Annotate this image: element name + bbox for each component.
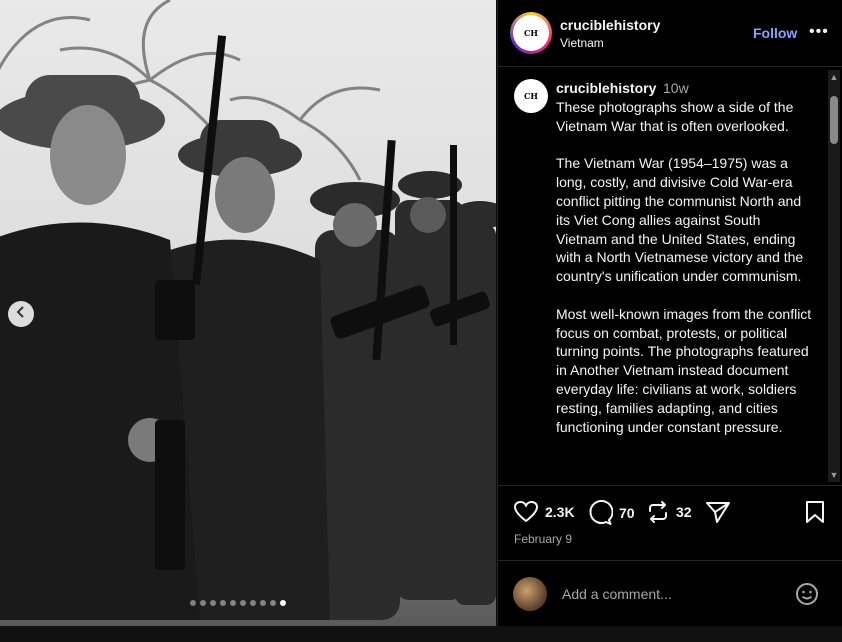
scroll-thumb[interactable] [830,96,838,144]
more-options-icon[interactable]: ••• [809,23,829,41]
carousel-dot [260,600,266,606]
like-button[interactable]: 2.3K [513,500,575,524]
repost-icon [646,500,670,524]
repost-count[interactable]: 32 [676,504,692,520]
username-link[interactable]: cruciblehistory [560,17,660,33]
scroll-down-icon[interactable]: ▼ [828,468,840,482]
carousel-dot [200,600,206,606]
caption-text: These photographs show a side of the Vie… [556,99,812,435]
caption-scrollbar[interactable]: ▲ ▼ [828,70,840,482]
carousel-dot [270,600,276,606]
comment-bubble-icon [587,500,613,526]
comment-bar [498,560,842,627]
caption-username[interactable]: cruciblehistory [556,80,656,96]
carousel-dot [230,600,236,606]
story-ring[interactable]: CH [510,12,552,54]
action-bar: 2.3K 70 32 February 9 [498,485,842,560]
location-link[interactable]: Vietnam [560,36,604,50]
like-count[interactable]: 2.3K [545,504,575,520]
carousel-dot [250,600,256,606]
chevron-left-icon [15,305,27,323]
avatar[interactable]: CH [513,15,549,51]
carousel-dot [240,600,246,606]
carousel-dot-active [280,600,286,606]
follow-button[interactable]: Follow [753,25,797,41]
avatar-logo: CH [524,27,538,38]
send-icon [705,500,731,524]
window-bottom-strip [0,626,842,642]
comment-count[interactable]: 70 [619,505,635,521]
scroll-up-icon[interactable]: ▲ [828,70,840,84]
smiley-icon[interactable] [795,582,819,611]
repost-button[interactable]: 32 [646,500,692,524]
carousel-dot [190,600,196,606]
comment-button[interactable]: 70 [587,500,635,526]
caption-avatar[interactable]: CH [514,79,548,113]
photo-women-soldiers [0,0,496,626]
heart-icon [513,500,539,524]
comment-input[interactable] [560,585,784,603]
carousel-dot [220,600,226,606]
share-button[interactable] [705,500,731,524]
carousel-dot [210,600,216,606]
carousel-indicator [190,600,286,606]
post-sidebar: CH cruciblehistory Vietnam Follow ••• CH… [497,0,842,626]
post-media[interactable] [0,0,496,626]
current-user-avatar[interactable] [513,577,547,611]
post-date[interactable]: February 9 [514,532,572,546]
previous-slide-button[interactable] [8,301,34,327]
caption-area: CH cruciblehistory 10w These photographs… [498,67,842,485]
caption-time[interactable]: 10w [663,80,689,96]
post-header: CH cruciblehistory Vietnam Follow ••• [498,0,842,67]
caption-avatar-logo: CH [524,90,538,101]
bookmark-icon [804,500,826,524]
save-button[interactable] [804,500,826,524]
